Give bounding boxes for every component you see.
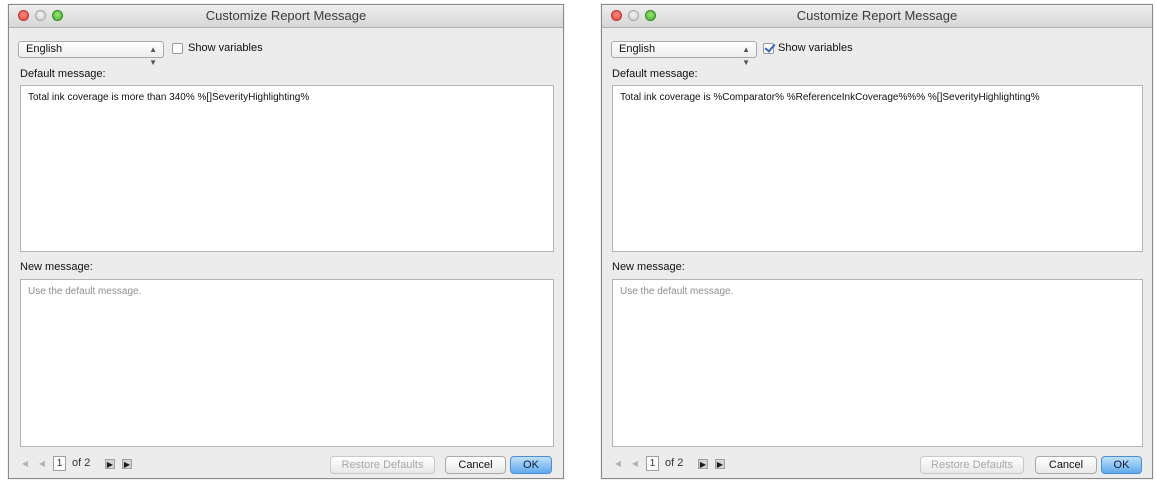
select-chevron-icon: ▲ ▼ (742, 45, 750, 67)
new-message-placeholder: Use the default message. (620, 286, 734, 297)
window-title: Customize Report Message (205, 8, 367, 23)
language-select[interactable]: English ▲ ▼ (18, 41, 164, 67)
default-message-text: Total ink coverage is %Comparator% %Refe… (620, 92, 1040, 103)
language-select-value: English (26, 43, 63, 55)
last-page-icon[interactable]: ▶ (122, 459, 132, 469)
page-number-field[interactable]: 1 (53, 456, 66, 471)
restore-defaults-button[interactable]: Restore Defaults (920, 456, 1024, 474)
title-bar: Customize Report Message (602, 5, 1152, 28)
ok-button[interactable]: OK (1101, 456, 1142, 474)
ok-button[interactable]: OK (510, 456, 552, 474)
new-message-placeholder: Use the default message. (28, 286, 142, 297)
show-variables-label[interactable]: Show variables (778, 42, 853, 54)
customize-report-message-dialog: Customize Report Message English ▲ ▼ Show… (601, 4, 1153, 479)
new-message-label: New message: (612, 261, 685, 273)
title-bar: Customize Report Message (9, 5, 563, 28)
new-message-textarea[interactable]: Use the default message. (612, 279, 1143, 447)
page-count-text: of 2 (665, 457, 684, 469)
default-message-label: Default message: (612, 68, 698, 80)
default-message-label: Default message: (20, 68, 106, 80)
restore-defaults-button[interactable]: Restore Defaults (330, 456, 435, 474)
cancel-button[interactable]: Cancel (445, 456, 506, 474)
cancel-button[interactable]: Cancel (1035, 456, 1097, 474)
customize-report-message-dialog: Customize Report Message English ▲ ▼ Show… (8, 4, 564, 479)
page-number-field[interactable]: 1 (646, 456, 659, 471)
new-message-textarea[interactable]: Use the default message. (20, 279, 554, 447)
default-message-box: Total ink coverage is more than 340% %[]… (20, 85, 554, 252)
show-variables-label[interactable]: Show variables (188, 42, 263, 54)
show-variables-checkbox[interactable] (172, 43, 183, 54)
select-chevron-icon: ▲ ▼ (149, 45, 157, 67)
page-count-text: of 2 (72, 457, 91, 469)
first-page-icon[interactable]: ◀​ (20, 459, 30, 469)
show-variables-checkbox[interactable] (763, 43, 774, 54)
last-page-icon[interactable]: ▶ (715, 459, 725, 469)
language-select[interactable]: English ▲ ▼ (611, 41, 757, 67)
prev-page-icon[interactable]: ◀ (37, 459, 47, 469)
language-select-value: English (619, 43, 656, 55)
screenshot-stage: Customize Report Message English ▲ ▼ Show… (0, 0, 1156, 480)
page-navigator: ◀​ ◀ 1 of 2 ▶ ▶ (20, 456, 180, 472)
window-title: Customize Report Message (796, 8, 958, 23)
default-message-text: Total ink coverage is more than 340% %[]… (28, 92, 310, 103)
page-navigator: ◀​ ◀ 1 of 2 ▶ ▶ (613, 456, 773, 472)
next-page-icon[interactable]: ▶ (698, 459, 708, 469)
new-message-label: New message: (20, 261, 93, 273)
prev-page-icon[interactable]: ◀ (630, 459, 640, 469)
default-message-box: Total ink coverage is %Comparator% %Refe… (612, 85, 1143, 252)
first-page-icon[interactable]: ◀​ (613, 459, 623, 469)
next-page-icon[interactable]: ▶ (105, 459, 115, 469)
